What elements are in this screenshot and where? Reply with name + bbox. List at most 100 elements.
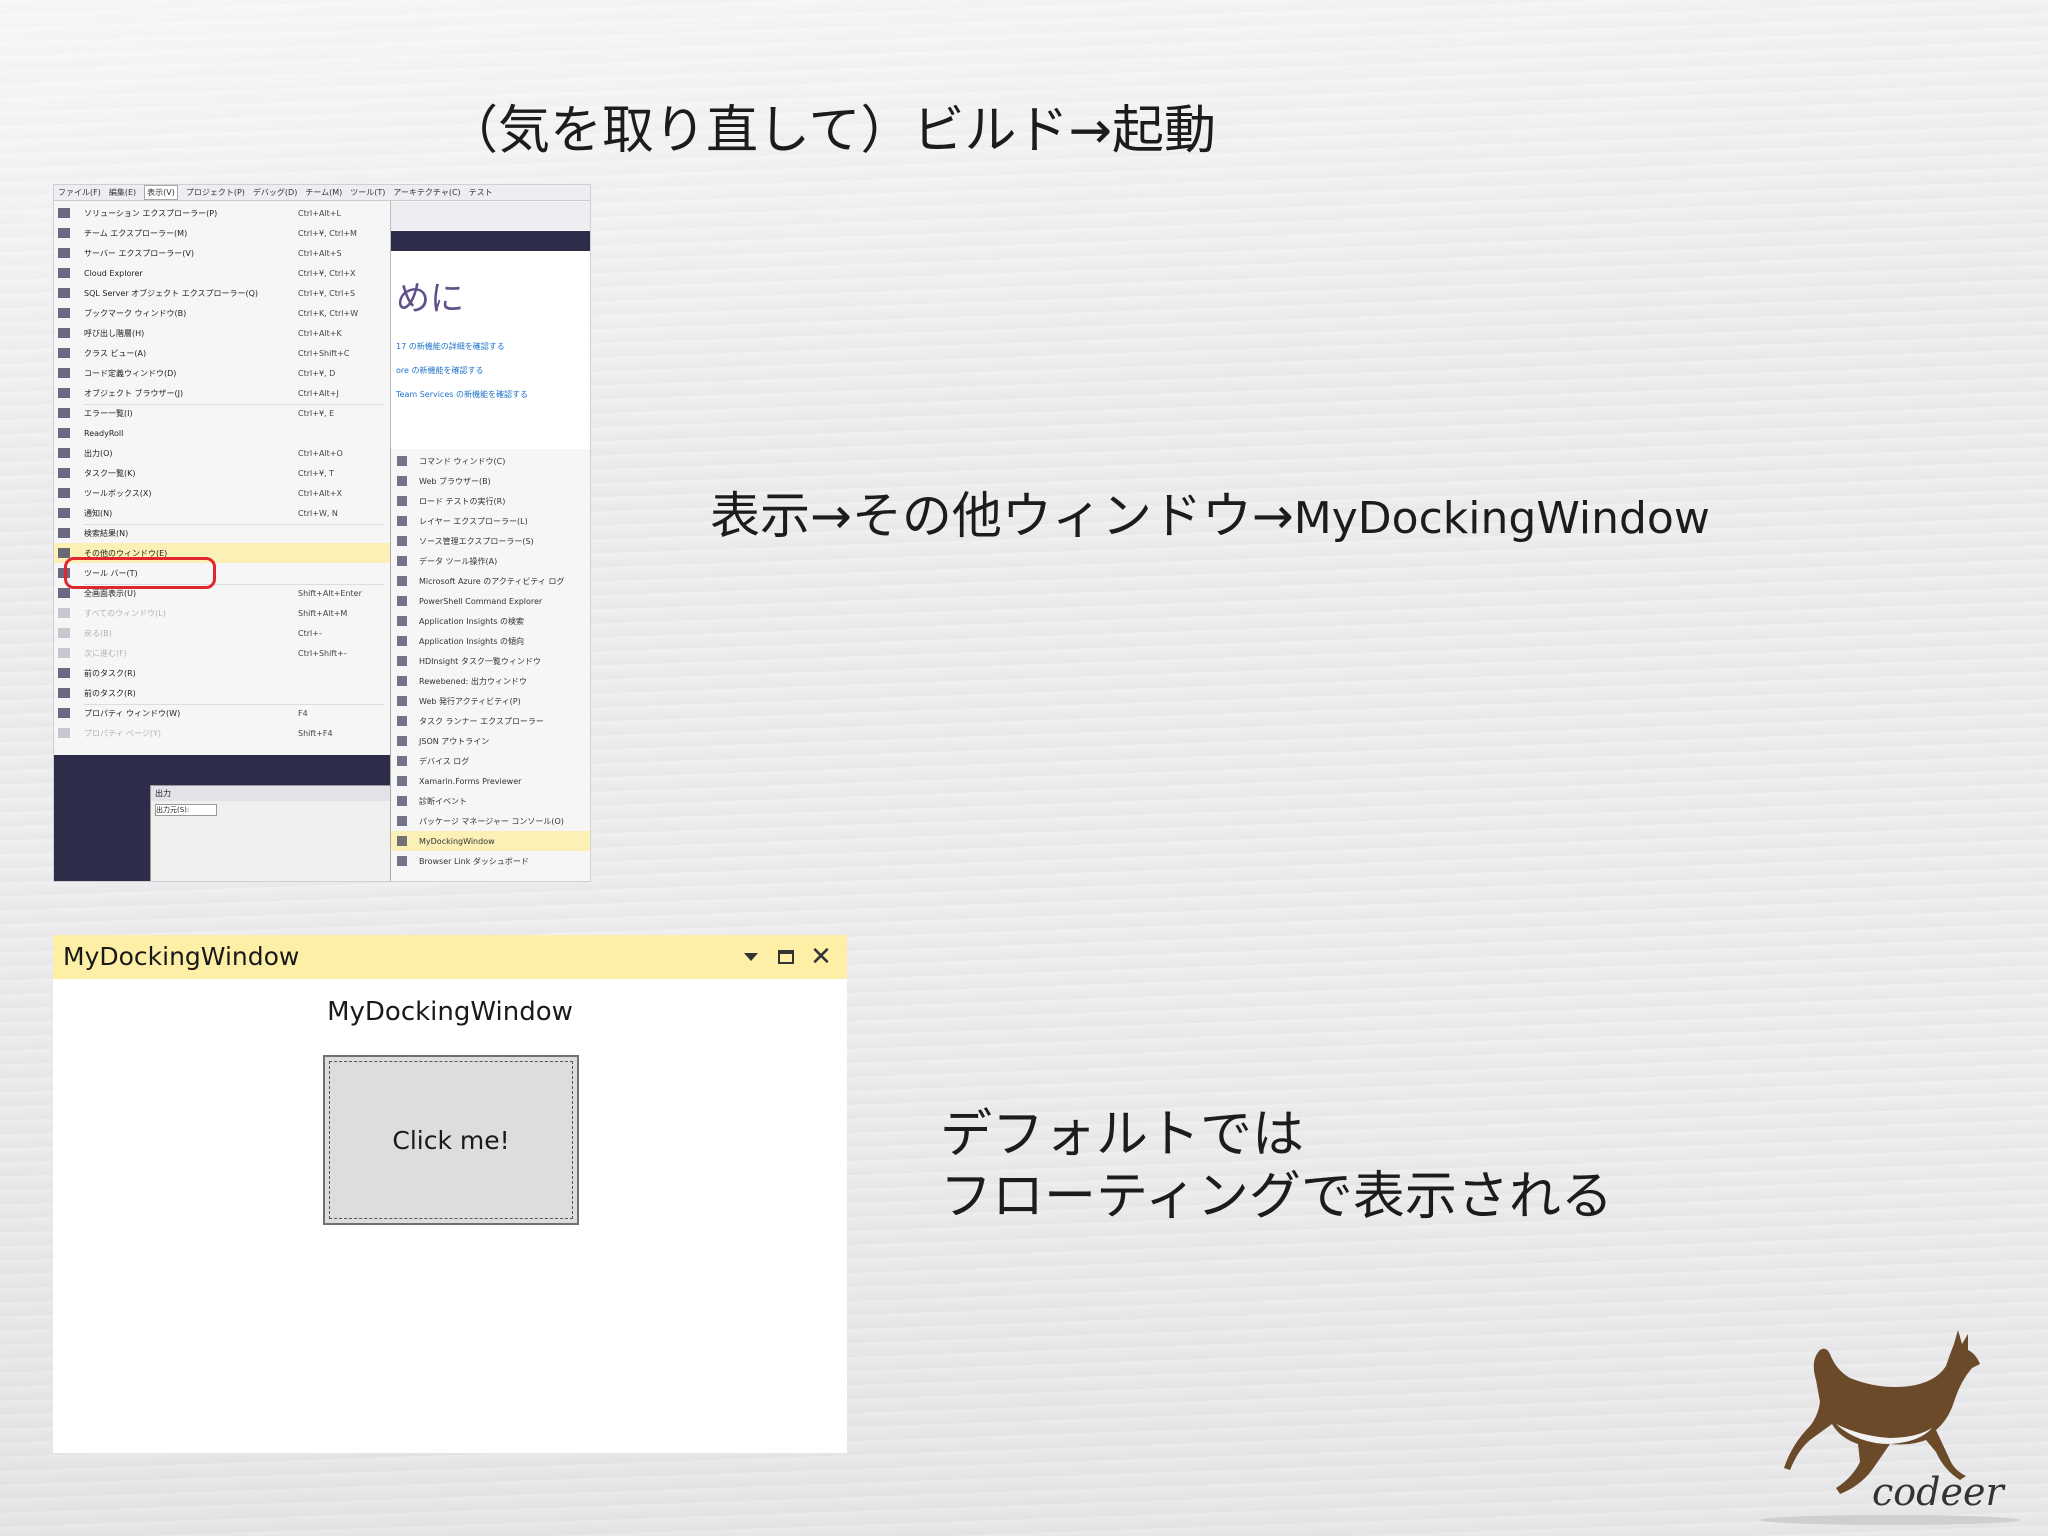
view-menu-item[interactable]: 呼び出し階層(H) Ctrl+Alt+K <box>54 323 390 343</box>
view-menu-item[interactable]: 前のタスク(R) <box>54 663 390 683</box>
view-menu-item[interactable]: サーバー エクスプローラー(V) Ctrl+Alt+S <box>54 243 390 263</box>
view-menu-item[interactable]: プロパティ ページ(Y) Shift+F4 <box>54 723 390 743</box>
submenu-item[interactable]: ソース管理エクスプローラー(S) <box>391 531 590 551</box>
menu-item-label: チーム エクスプローラー(M) <box>84 228 188 238</box>
menu-item-label: Cloud Explorer <box>84 268 143 278</box>
submenu-item[interactable]: データ ツール操作(A) <box>391 551 590 571</box>
output-source-field[interactable]: 出力元(S): <box>155 804 217 816</box>
submenu-item[interactable]: Xamarin.Forms Previewer <box>391 771 590 791</box>
menu-item-shortcut: Shift+Alt+Enter <box>298 588 362 598</box>
vs-menu-screenshot: ファイル(F) 編集(E) 表示(V) プロジェクト(P) デバッグ(D) チーム(M) ツ… <box>53 184 591 882</box>
view-menu-item[interactable]: 通知(N) Ctrl+W, N <box>54 503 390 523</box>
menu-item-label: 前のタスク(R) <box>84 668 136 678</box>
menu-item-label: 前のタスク(R) <box>84 688 136 698</box>
menu-item-icon <box>58 628 70 638</box>
start-page-link[interactable]: ore の新機能を確認する <box>396 365 483 376</box>
view-menu-item[interactable]: 次に進む(F) Ctrl+Shift+- <box>54 643 390 663</box>
menu-item-shortcut: Ctrl+Alt+O <box>298 448 343 458</box>
submenu-item-icon <box>397 456 407 466</box>
menu-item-icon <box>58 548 70 558</box>
caption-menu-path-jp: 表示→その他ウィンドウ→ <box>710 487 1294 545</box>
submenu-item[interactable]: Application Insights の傾向 <box>391 631 590 651</box>
close-icon[interactable]: ✕ <box>807 943 835 971</box>
submenu-item-mydockingwindow[interactable]: MyDockingWindow <box>391 831 590 851</box>
menu-item-label: エラー一覧(I) <box>84 408 133 418</box>
submenu-item-label: デバイス ログ <box>419 756 470 766</box>
menu-item-label: 呼び出し階層(H) <box>84 328 145 338</box>
submenu-item-icon <box>397 476 407 486</box>
view-menu-item[interactable]: Cloud Explorer Ctrl+¥, Ctrl+X <box>54 263 390 283</box>
menu-item-shortcut: Ctrl+Alt+L <box>298 208 341 218</box>
view-menu-item[interactable]: ソリューション エクスプローラー(P) Ctrl+Alt+L <box>54 203 390 223</box>
submenu-item[interactable]: タスク ランナー エクスプローラー <box>391 711 590 731</box>
view-menu-item[interactable]: ツールボックス(X) Ctrl+Alt+X <box>54 483 390 503</box>
menu-item-shortcut: Ctrl+¥, Ctrl+X <box>298 268 356 278</box>
menubar-item[interactable]: アーキテクチャ(C) <box>393 185 460 200</box>
submenu-item-icon <box>397 536 407 546</box>
view-menu-item[interactable]: ブックマーク ウィンドウ(B) Ctrl+K, Ctrl+W <box>54 303 390 323</box>
view-menu-item[interactable]: クラス ビュー(A) Ctrl+Shift+C <box>54 343 390 363</box>
submenu-item[interactable]: Web ブラウザー(B) <box>391 471 590 491</box>
click-me-button[interactable]: Click me! <box>323 1055 579 1225</box>
submenu-item[interactable]: デバイス ログ <box>391 751 590 771</box>
view-menu-item[interactable]: 前のタスク(R) <box>54 683 390 703</box>
view-menu-item[interactable]: コード定義ウィンドウ(D) Ctrl+¥, D <box>54 363 390 383</box>
view-menu-item[interactable]: エラー一覧(I) Ctrl+¥, E <box>54 403 390 423</box>
submenu-item-label: パッケージ マネージャー コンソール(O) <box>419 816 564 826</box>
menu-item-shortcut: Ctrl+¥, T <box>298 468 334 478</box>
submenu-item[interactable]: Browser Link ダッシュボード <box>391 851 590 871</box>
menubar-item[interactable]: プロジェクト(P) <box>186 185 245 200</box>
submenu-item[interactable]: PowerShell Command Explorer <box>391 591 590 611</box>
view-menu-item[interactable]: SQL Server オブジェクト エクスプローラー(Q) Ctrl+¥, Ctr… <box>54 283 390 303</box>
submenu-item[interactable]: コマンド ウィンドウ(C) <box>391 451 590 471</box>
menu-item-shortcut: Shift+Alt+M <box>298 608 348 618</box>
submenu-item-label: Web ブラウザー(B) <box>419 476 491 486</box>
submenu-item[interactable]: Web 発行アクティビティ(P) <box>391 691 590 711</box>
submenu-item[interactable]: ロード テストの実行(R) <box>391 491 590 511</box>
submenu-item-icon <box>397 856 407 866</box>
submenu-item-icon <box>397 596 407 606</box>
menu-item-label: オブジェクト ブラウザー(J) <box>84 388 184 398</box>
submenu-item[interactable]: Microsoft Azure のアクティビティ ログ <box>391 571 590 591</box>
view-menu-item[interactable]: タスク一覧(K) Ctrl+¥, T <box>54 463 390 483</box>
submenu-item[interactable]: HDInsight タスク一覧ウィンドウ <box>391 651 590 671</box>
start-page-link[interactable]: Team Services の新機能を確認する <box>396 389 528 400</box>
view-menu-item[interactable]: プロパティ ウィンドウ(W) F4 <box>54 703 390 723</box>
menubar-item[interactable]: 編集(E) <box>109 185 136 200</box>
maximize-icon[interactable] <box>772 943 800 971</box>
menubar-item[interactable]: テスト <box>469 185 493 200</box>
menu-item-icon <box>58 688 70 698</box>
click-me-button-label: Click me! <box>392 1125 510 1155</box>
submenu-item[interactable]: パッケージ マネージャー コンソール(O) <box>391 811 590 831</box>
start-page-link[interactable]: 17 の新機能の詳細を確認する <box>396 341 505 352</box>
view-menu-item[interactable]: ReadyRoll <box>54 423 390 443</box>
view-menu-item[interactable]: チーム エクスプローラー(M) Ctrl+¥, Ctrl+M <box>54 223 390 243</box>
view-menu-item[interactable]: オブジェクト ブラウザー(J) Ctrl+Alt+J <box>54 383 390 403</box>
view-menu-item[interactable]: 戻る(B) Ctrl+- <box>54 623 390 643</box>
menubar-item[interactable]: ツール(T) <box>350 185 385 200</box>
submenu-item[interactable]: Application Insights の検索 <box>391 611 590 631</box>
tool-window-title-bar[interactable]: MyDockingWindow ✕ <box>53 935 847 979</box>
view-menu-item[interactable]: すべてのウィンドウ(L) Shift+Alt+M <box>54 603 390 623</box>
menu-item-shortcut: Shift+F4 <box>298 728 333 738</box>
view-menu-item[interactable]: 出力(O) Ctrl+Alt+O <box>54 443 390 463</box>
submenu-item[interactable]: Rewebened: 出力ウィンドウ <box>391 671 590 691</box>
submenu-item[interactable]: レイヤー エクスプローラー(L) <box>391 511 590 531</box>
menu-item-icon <box>58 708 70 718</box>
submenu-item-label: Xamarin.Forms Previewer <box>419 776 522 786</box>
submenu-item-label: Browser Link ダッシュボード <box>419 856 529 866</box>
menubar-item[interactable]: ファイル(F) <box>58 185 101 200</box>
submenu-item[interactable]: JSON アウトライン <box>391 731 590 751</box>
submenu-item[interactable]: 診断イベント <box>391 791 590 811</box>
submenu-item-icon <box>397 576 407 586</box>
menu-item-shortcut: F4 <box>298 708 308 718</box>
menubar-item[interactable]: デバッグ(D) <box>253 185 297 200</box>
submenu-item-label: タスク ランナー エクスプローラー <box>419 716 544 726</box>
menubar-item[interactable]: 表示(V) <box>144 185 178 200</box>
chevron-down-icon[interactable] <box>737 943 765 971</box>
menu-item-icon <box>58 208 70 218</box>
menu-item-label: ReadyRoll <box>84 428 124 438</box>
menu-item-icon <box>58 328 70 338</box>
menubar-item[interactable]: チーム(M) <box>305 185 342 200</box>
view-menu-item[interactable]: 検索結果(N) <box>54 523 390 543</box>
